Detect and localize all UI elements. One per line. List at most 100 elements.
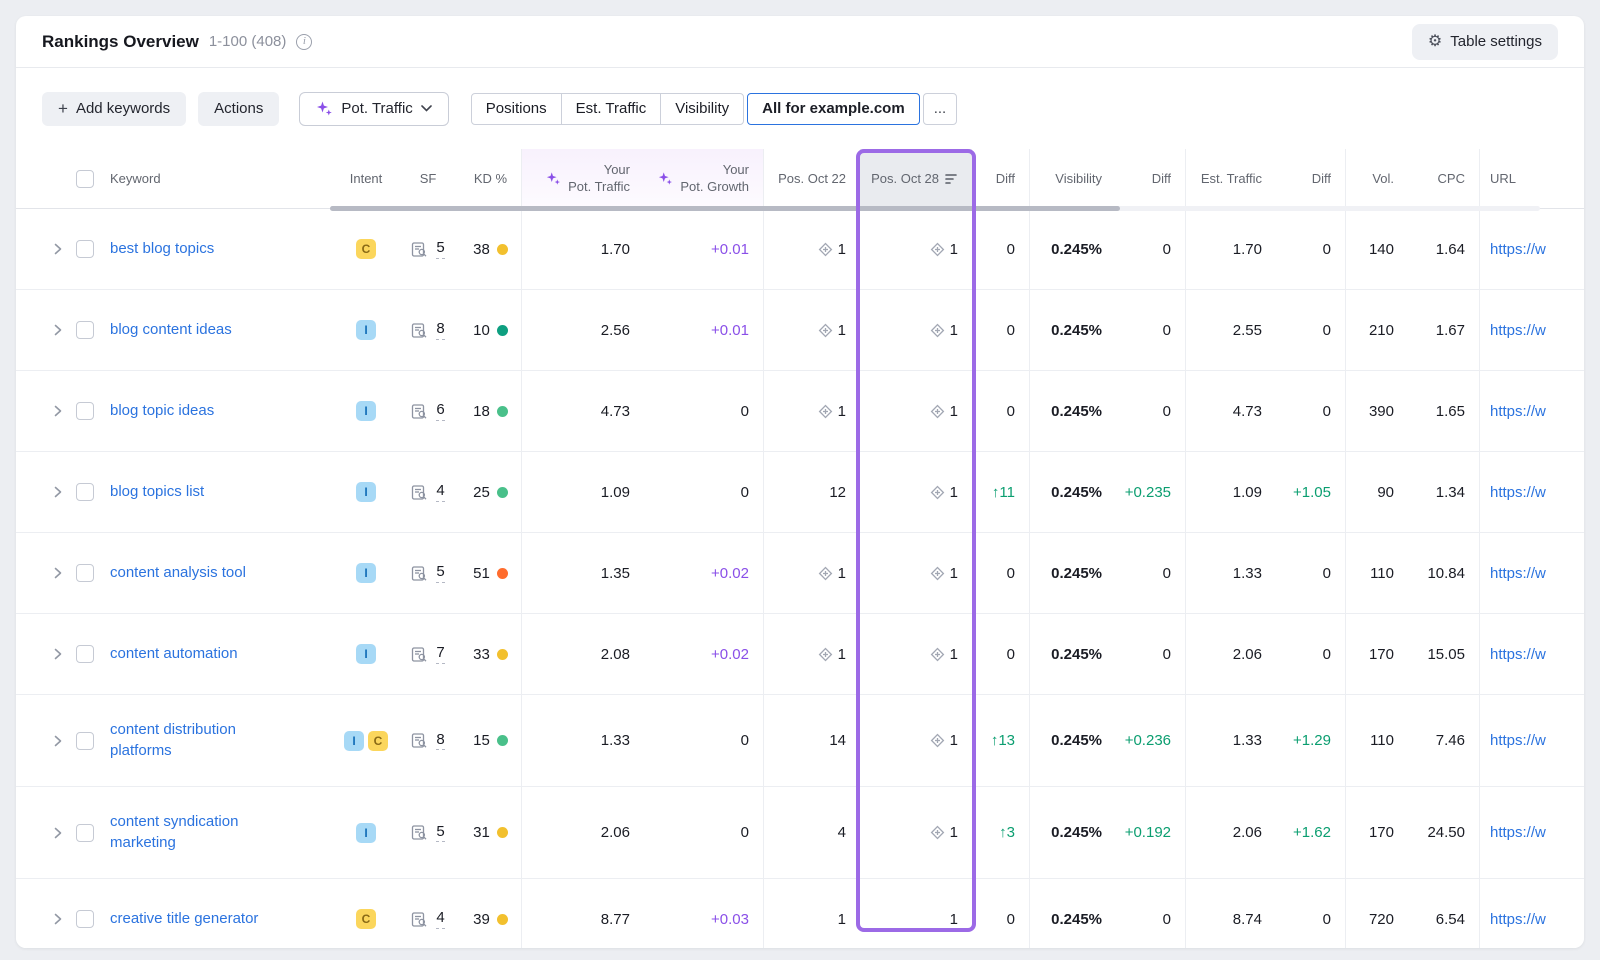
sf-count[interactable]: 8 <box>436 731 444 751</box>
column-header-diff-positions[interactable]: Diff <box>972 149 1030 208</box>
row-checkbox[interactable] <box>76 732 94 750</box>
position-value: 1 <box>950 403 958 420</box>
tab-visibility[interactable]: Visibility <box>660 93 744 125</box>
row-checkbox[interactable] <box>76 910 94 928</box>
keyword-link[interactable]: blog content ideas <box>110 320 232 340</box>
cpc-cell: 10.84 <box>1408 533 1480 613</box>
row-checkbox[interactable] <box>76 645 94 663</box>
column-header-pot-growth[interactable]: YourPot. Growth <box>644 149 764 208</box>
sf-count[interactable]: 4 <box>436 482 444 502</box>
actions-button[interactable]: Actions <box>198 92 279 126</box>
expand-chevron-icon[interactable] <box>54 405 62 417</box>
keyword-link[interactable]: content automation <box>110 644 238 664</box>
url-link[interactable]: https://w <box>1490 403 1546 420</box>
visibility-diff-cell: 0 <box>1116 879 1186 948</box>
row-checkbox[interactable] <box>76 240 94 258</box>
intent-badges: I <box>336 614 396 694</box>
row-checkbox[interactable] <box>76 483 94 501</box>
table-settings-button[interactable]: ⚙ Table settings <box>1412 24 1558 60</box>
url-link[interactable]: https://w <box>1490 911 1546 928</box>
expand-chevron-icon[interactable] <box>54 567 62 579</box>
sf-count[interactable]: 5 <box>436 563 444 583</box>
tab-all-for-domain[interactable]: All for example.com <box>747 93 920 125</box>
keyword-link[interactable]: content syndication marketing <box>110 812 295 853</box>
keyword-link[interactable]: content distribution platforms <box>110 720 295 761</box>
url-link[interactable]: https://w <box>1490 322 1546 339</box>
expand-chevron-icon[interactable] <box>54 913 62 925</box>
column-header-pos-oct-22[interactable]: Pos. Oct 22 <box>764 149 860 208</box>
more-tabs-button[interactable]: ... <box>923 93 958 125</box>
sf-count[interactable]: 6 <box>436 401 444 421</box>
column-header-volume[interactable]: Vol. <box>1346 149 1408 208</box>
pos-oct-28-cell: 1 <box>860 695 972 786</box>
keyword-link[interactable]: blog topics list <box>110 482 204 502</box>
add-keywords-button[interactable]: + Add keywords <box>42 92 186 126</box>
serp-feature-diamond-icon <box>930 242 945 257</box>
url-link[interactable]: https://w <box>1490 732 1546 749</box>
column-header-keyword[interactable]: Keyword <box>110 149 336 208</box>
est-traffic-diff-cell: 0 <box>1276 533 1346 613</box>
sparkles-icon <box>658 171 673 186</box>
column-header-pot-traffic[interactable]: YourPot. Traffic <box>522 149 644 208</box>
intent-badge-c: C <box>356 909 376 929</box>
expand-chevron-icon[interactable] <box>54 243 62 255</box>
sf-count[interactable]: 5 <box>436 239 444 259</box>
expand-chevron-icon[interactable] <box>54 648 62 660</box>
url-link[interactable]: https://w <box>1490 484 1546 501</box>
expand-chevron-icon[interactable] <box>54 735 62 747</box>
est-traffic-diff-cell: 0 <box>1276 371 1346 451</box>
cpc-cell: 1.64 <box>1408 209 1480 289</box>
sparkles-icon <box>546 171 561 186</box>
url-link[interactable]: https://w <box>1490 565 1546 582</box>
horizontal-scrollbar-thumb[interactable] <box>330 206 1120 211</box>
visibility-diff-cell: 0 <box>1116 614 1186 694</box>
url-link[interactable]: https://w <box>1490 646 1546 663</box>
expand-chevron-icon[interactable] <box>54 324 62 336</box>
column-header-sf[interactable]: SF <box>396 149 460 208</box>
pot-growth-cell: 0 <box>644 787 764 878</box>
gear-icon: ⚙ <box>1428 34 1442 50</box>
url-link[interactable]: https://w <box>1490 824 1546 841</box>
column-header-diff-est-traffic[interactable]: Diff <box>1276 149 1346 208</box>
tab-est-traffic[interactable]: Est. Traffic <box>561 93 662 125</box>
sf-count[interactable]: 8 <box>436 320 444 340</box>
keyword-link[interactable]: creative title generator <box>110 909 258 929</box>
serp-feature-diamond-icon <box>818 647 833 662</box>
column-header-url[interactable]: URL <box>1480 149 1584 208</box>
serp-features-icon <box>411 241 428 258</box>
pos-oct-28-cell: 1 <box>860 614 972 694</box>
expand-chevron-icon[interactable] <box>54 486 62 498</box>
pot-traffic-cell: 1.70 <box>522 209 644 289</box>
row-checkbox[interactable] <box>76 824 94 842</box>
tab-positions[interactable]: Positions <box>471 93 562 125</box>
column-header-diff-visibility[interactable]: Diff <box>1116 149 1186 208</box>
horizontal-scrollbar-track[interactable] <box>330 206 1540 211</box>
sf-count[interactable]: 7 <box>436 644 444 664</box>
select-all-checkbox[interactable] <box>76 170 94 188</box>
intent-badge-c: C <box>356 239 376 259</box>
column-header-est-traffic[interactable]: Est. Traffic <box>1186 149 1276 208</box>
visibility-cell: 0.245% <box>1051 565 1102 582</box>
info-icon[interactable]: i <box>296 34 312 50</box>
column-header-intent[interactable]: Intent <box>336 149 396 208</box>
column-header-visibility[interactable]: Visibility <box>1030 149 1116 208</box>
column-header-kd[interactable]: KD % <box>460 149 522 208</box>
kd-dot <box>497 406 508 417</box>
keyword-link[interactable]: best blog topics <box>110 239 214 259</box>
cpc-cell: 7.46 <box>1408 695 1480 786</box>
sf-count[interactable]: 4 <box>436 909 444 929</box>
keyword-link[interactable]: content analysis tool <box>110 563 246 583</box>
sf-count[interactable]: 5 <box>436 823 444 843</box>
row-checkbox[interactable] <box>76 564 94 582</box>
keyword-link[interactable]: blog topic ideas <box>110 401 214 421</box>
url-link[interactable]: https://w <box>1490 241 1546 258</box>
expand-chevron-icon[interactable] <box>54 827 62 839</box>
metric-dropdown[interactable]: Pot. Traffic <box>299 92 448 126</box>
row-checkbox[interactable] <box>76 402 94 420</box>
intent-badge-i: I <box>356 823 376 843</box>
serp-feature-diamond-icon <box>930 733 945 748</box>
column-header-pos-oct-28[interactable]: Pos. Oct 28 <box>860 149 972 208</box>
row-checkbox[interactable] <box>76 321 94 339</box>
column-header-cpc[interactable]: CPC <box>1408 149 1480 208</box>
est-traffic-diff-cell: 0 <box>1276 290 1346 370</box>
